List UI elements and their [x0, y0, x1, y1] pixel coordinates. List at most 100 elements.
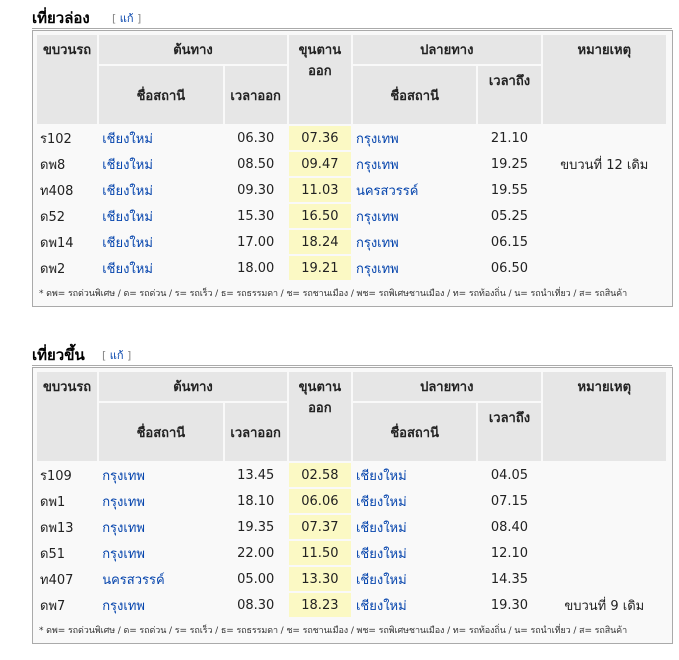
depart-time-cell: 08.30	[224, 593, 287, 617]
table-row: ดพ7 กรุงเทพ 08.30 18.23 เชียงใหม่ 19.30 ขบวนที…	[37, 593, 666, 617]
khuntan-time-cell: 09.47	[288, 152, 351, 176]
train-number-cell: ดพ14	[37, 230, 98, 254]
arrive-time-cell: 07.15	[478, 489, 541, 513]
footnote: * ดพ= รถด่วนพิเศษ / ด= รถด่วน / ร= รถเร็…	[39, 289, 628, 299]
origin-station-link[interactable]: เชียงใหม่	[99, 256, 223, 280]
header-note: หมายเหตุ	[542, 35, 666, 124]
arrive-time-cell: 19.55	[478, 178, 541, 202]
destination-station-link[interactable]: เชียงใหม่	[352, 463, 477, 487]
destination-station-link[interactable]: กรุงเทพ	[352, 126, 477, 150]
header-origin-station: ชื่อสถานี	[99, 66, 223, 124]
train-number-cell: ดพ8	[37, 152, 98, 176]
table-row: ด51 กรุงเทพ 22.00 11.50 เชียงใหม่ 12.10	[37, 541, 666, 565]
edit-link[interactable]: แก้	[120, 12, 134, 25]
header-depart-time: เวลาออก	[224, 403, 287, 461]
arrive-time-cell: 21.10	[478, 126, 541, 150]
origin-station-link[interactable]: เชียงใหม่	[99, 178, 223, 202]
header-train: ขบวนรถ	[37, 372, 98, 461]
note-cell	[542, 256, 666, 280]
destination-station-link[interactable]: เชียงใหม่	[352, 489, 477, 513]
khuntan-time-cell: 11.03	[288, 178, 351, 202]
destination-station-link[interactable]: นครสวรรค์	[352, 178, 477, 202]
khuntan-time-cell: 18.23	[288, 593, 351, 617]
origin-station-link[interactable]: เชียงใหม่	[99, 126, 223, 150]
arrive-time-cell: 06.50	[478, 256, 541, 280]
note-cell	[542, 489, 666, 513]
origin-station-link[interactable]: เชียงใหม่	[99, 152, 223, 176]
header-khuntan: ขุนตาน ออก	[288, 372, 351, 461]
origin-station-link[interactable]: เชียงใหม่	[99, 230, 223, 254]
table-row: ท408 เชียงใหม่ 09.30 11.03 นครสวรรค์ 19.55	[37, 178, 666, 202]
khuntan-time-cell: 13.30	[288, 567, 351, 591]
header-origin-station: ชื่อสถานี	[99, 403, 223, 461]
arrive-time-cell: 19.30	[478, 593, 541, 617]
section-title: เที่ยวล่อง	[32, 9, 90, 27]
timetable-grid: ขบวนรถ ต้นทาง ขุนตาน ออก ปลายทาง หมายเหต…	[35, 370, 668, 619]
table-row: ด52 เชียงใหม่ 15.30 16.50 กรุงเทพ 05.25	[37, 204, 666, 228]
note-cell: ขบวนที่ 9 เดิม	[542, 593, 666, 617]
footnote: * ดพ= รถด่วนพิเศษ / ด= รถด่วน / ร= รถเร็…	[39, 626, 628, 636]
arrive-time-cell: 19.25	[478, 152, 541, 176]
destination-station-link[interactable]: กรุงเทพ	[352, 152, 477, 176]
train-number-cell: ดพ2	[37, 256, 98, 280]
note-cell	[542, 567, 666, 591]
train-number-cell: ดพ7	[37, 593, 98, 617]
depart-time-cell: 19.35	[224, 515, 287, 539]
table-row: ดพ14 เชียงใหม่ 17.00 18.24 กรุงเทพ 06.15	[37, 230, 666, 254]
khuntan-time-cell: 11.50	[288, 541, 351, 565]
khuntan-time-cell: 02.58	[288, 463, 351, 487]
header-origin: ต้นทาง	[99, 35, 287, 64]
origin-station-link[interactable]: กรุงเทพ	[99, 541, 223, 565]
destination-station-link[interactable]: กรุงเทพ	[352, 204, 477, 228]
section-upbound: เที่ยวขึ้น [ แก้ ] ขบวนรถ ต้นทาง ขุนตาน …	[32, 341, 673, 644]
note-cell	[542, 178, 666, 202]
header-depart-time: เวลาออก	[224, 66, 287, 124]
edit-link-wrapper: [ แก้ ]	[102, 349, 132, 362]
destination-station-link[interactable]: เชียงใหม่	[352, 593, 477, 617]
destination-station-link[interactable]: เชียงใหม่	[352, 567, 477, 591]
destination-station-link[interactable]: กรุงเทพ	[352, 256, 477, 280]
note-cell	[542, 230, 666, 254]
origin-station-link[interactable]: กรุงเทพ	[99, 489, 223, 513]
origin-station-link[interactable]: กรุงเทพ	[99, 593, 223, 617]
header-note: หมายเหตุ	[542, 372, 666, 461]
train-number-cell: ท407	[37, 567, 98, 591]
note-cell	[542, 126, 666, 150]
khuntan-time-cell: 07.37	[288, 515, 351, 539]
section-downbound: เที่ยวล่อง [ แก้ ] ขบวนรถ ต้นทาง ขุนตาน …	[32, 4, 673, 307]
destination-station-link[interactable]: เชียงใหม่	[352, 515, 477, 539]
train-number-cell: ท408	[37, 178, 98, 202]
depart-time-cell: 05.00	[224, 567, 287, 591]
depart-time-cell: 13.45	[224, 463, 287, 487]
depart-time-cell: 22.00	[224, 541, 287, 565]
depart-time-cell: 06.30	[224, 126, 287, 150]
depart-time-cell: 18.00	[224, 256, 287, 280]
note-cell	[542, 463, 666, 487]
train-number-cell: ดพ1	[37, 489, 98, 513]
origin-station-link[interactable]: นครสวรรค์	[99, 567, 223, 591]
header-arrive-time: เวลาถึง	[478, 66, 541, 124]
note-cell: ขบวนที่ 12 เดิม	[542, 152, 666, 176]
khuntan-time-cell: 07.36	[288, 126, 351, 150]
header-dest-station: ชื่อสถานี	[352, 403, 477, 461]
depart-time-cell: 08.50	[224, 152, 287, 176]
depart-time-cell: 15.30	[224, 204, 287, 228]
section-heading: เที่ยวล่อง [ แก้ ]	[32, 4, 672, 29]
table-row: ร109 กรุงเทพ 13.45 02.58 เชียงใหม่ 04.05	[37, 463, 666, 487]
section-heading: เที่ยวขึ้น [ แก้ ]	[32, 341, 672, 366]
note-cell	[542, 204, 666, 228]
origin-station-link[interactable]: เชียงใหม่	[99, 204, 223, 228]
destination-station-link[interactable]: กรุงเทพ	[352, 230, 477, 254]
edit-link[interactable]: แก้	[110, 349, 124, 362]
arrive-time-cell: 12.10	[478, 541, 541, 565]
origin-station-link[interactable]: กรุงเทพ	[99, 463, 223, 487]
origin-station-link[interactable]: กรุงเทพ	[99, 515, 223, 539]
timetable-body: ร102 เชียงใหม่ 06.30 07.36 กรุงเทพ 21.10 ดพ8 เช…	[37, 126, 666, 280]
arrive-time-cell: 05.25	[478, 204, 541, 228]
depart-time-cell: 17.00	[224, 230, 287, 254]
table-row: ดพ1 กรุงเทพ 18.10 06.06 เชียงใหม่ 07.15	[37, 489, 666, 513]
destination-station-link[interactable]: เชียงใหม่	[352, 541, 477, 565]
note-cell	[542, 541, 666, 565]
train-number-cell: ร109	[37, 463, 98, 487]
table-row: ท407 นครสวรรค์ 05.00 13.30 เชียงใหม่ 14.35	[37, 567, 666, 591]
